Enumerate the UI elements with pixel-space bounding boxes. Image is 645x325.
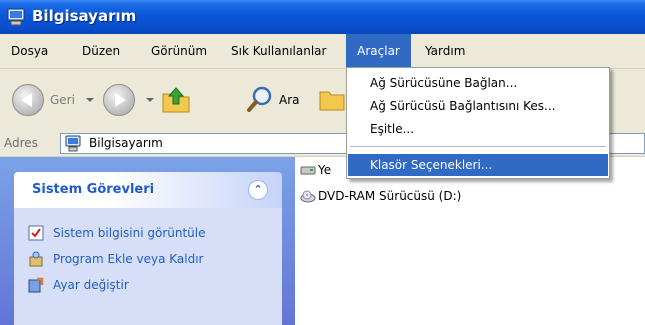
collapse-icon[interactable]: ⌃ [248,180,268,200]
address-value: Bilgisayarım [89,136,163,150]
content-area: Sistem Görevleri ⌃ Sistem bilgisini görü… [0,157,645,325]
system-tasks-title: Sistem Görevleri [32,182,155,197]
add-remove-programs-icon [29,251,43,267]
system-tasks-header[interactable]: Sistem Görevleri ⌃ [14,172,282,208]
system-tasks-box: Sistem Görevleri ⌃ Sistem bilgisini görü… [14,172,282,325]
menu-gorunum[interactable]: Görünüm [147,34,211,68]
folder-up-icon[interactable] [160,84,192,114]
computer-icon [7,8,25,26]
menu-dosya[interactable]: Dosya [7,34,52,68]
menu-duzen[interactable]: Düzen [78,34,124,68]
forward-dropdown-icon[interactable] [146,98,154,102]
drive-icon [300,166,316,175]
tools-menu: Ağ Sürücüsüne Bağlan... Ağ Sürücüsü Bağl… [346,67,610,179]
title-bar: Bilgisayarım [0,0,645,34]
menu-yardim[interactable]: Yardım [421,34,469,68]
back-icon[interactable] [12,84,44,116]
search-icon[interactable] [245,84,275,114]
menu-item-disconnect-network-drive[interactable]: Ağ Sürücüsü Bağlantısını Kes... [348,95,608,117]
forward-icon[interactable] [103,84,135,116]
system-tasks-list: Sistem bilgisini görüntüle Program Ekle … [14,208,282,325]
address-label: Adres [4,136,38,150]
back-dropdown-icon[interactable] [86,98,94,102]
control-panel-icon [28,277,44,293]
search-label[interactable]: Ara [279,69,300,131]
menu-item-folder-options[interactable]: Klasör Seçenekleri... [348,154,608,176]
menu-item-synchronize[interactable]: Eşitle... [348,118,608,140]
menu-item-map-network-drive[interactable]: Ağ Sürücüsüne Bağlan... [348,72,608,94]
back-label[interactable]: Geri [50,69,75,131]
folders-icon[interactable] [318,86,346,112]
task-pane: Sistem Görevleri ⌃ Sistem bilgisini görü… [0,157,295,325]
window-title: Bilgisayarım [32,7,137,25]
menu-sik-kullanilanlar[interactable]: Sık Kullanılanlar [227,34,330,68]
dvd-drive-icon [300,190,316,203]
menu-araclar[interactable]: Araçlar [346,34,411,68]
system-info-icon [28,225,44,241]
menu-bar: Dosya Düzen Görünüm Sık Kullanılanlar Ar… [0,34,645,69]
menu-separator [350,146,606,147]
computer-icon [65,135,81,152]
